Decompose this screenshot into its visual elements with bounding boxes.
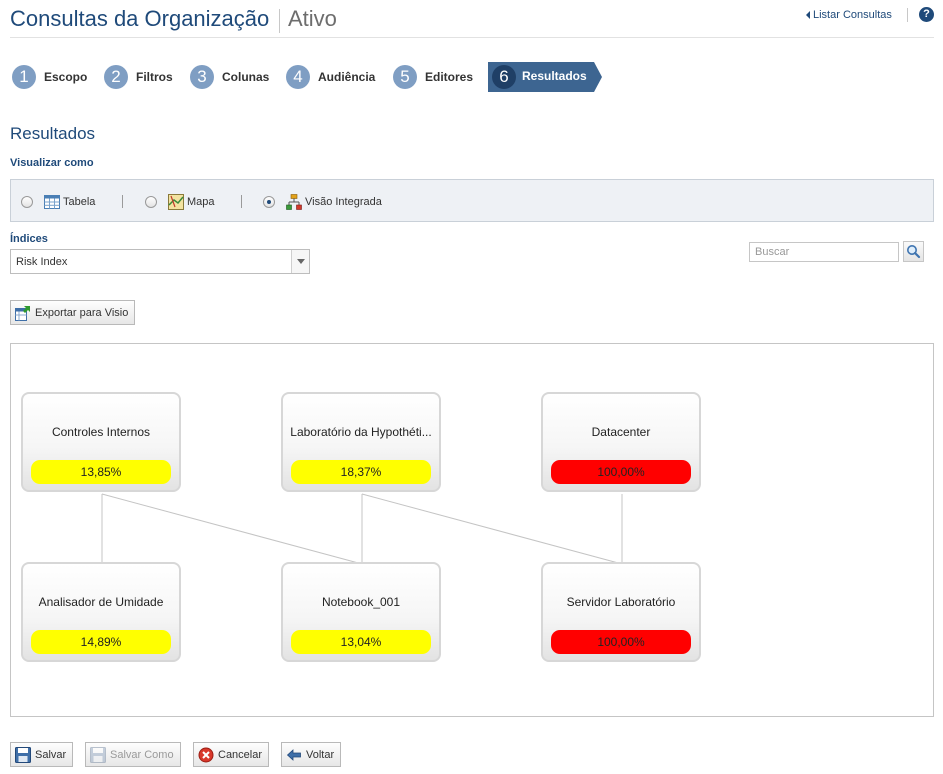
risk-value-badge: 14,89% bbox=[31, 630, 171, 654]
save-as-label: Salvar Como bbox=[110, 748, 174, 761]
header-divider bbox=[907, 8, 908, 22]
node-name: Datacenter bbox=[591, 425, 651, 439]
node-notebook-001[interactable]: Notebook_001 13,04% bbox=[281, 562, 441, 662]
indices-label: Índices bbox=[10, 233, 48, 245]
export-visio-label: Exportar para Visio bbox=[35, 306, 129, 319]
risk-value-badge: 18,37% bbox=[291, 460, 431, 484]
search-button[interactable] bbox=[903, 241, 924, 262]
radio-visao-integrada[interactable] bbox=[263, 196, 275, 208]
save-label: Salvar bbox=[35, 748, 67, 761]
step-editores[interactable]: 5 Editores bbox=[393, 64, 473, 90]
view-as-label: Visualizar como bbox=[10, 157, 94, 169]
node-name: Controles Internos bbox=[51, 425, 151, 439]
section-title: Resultados bbox=[10, 124, 96, 143]
node-name: Laboratório da Hypothéti... bbox=[290, 425, 432, 439]
option-mapa-label[interactable]: Mapa bbox=[187, 196, 215, 208]
step-escopo[interactable]: 1 Escopo bbox=[12, 64, 87, 90]
page-title: Consultas da Organização bbox=[10, 6, 270, 31]
node-name: Analisador de Umidade bbox=[38, 595, 164, 609]
node-datacenter[interactable]: Datacenter 100,00% bbox=[541, 392, 701, 492]
node-controles-internos[interactable]: Controles Internos 13,85% bbox=[21, 392, 181, 492]
export-visio-icon bbox=[15, 305, 30, 321]
save-as-icon bbox=[90, 746, 106, 763]
node-analisador-de-umidade[interactable]: Analisador de Umidade 14,89% bbox=[21, 562, 181, 662]
help-icon[interactable]: ? bbox=[919, 7, 934, 22]
caret-left-icon bbox=[806, 11, 810, 19]
indices-select[interactable]: Risk Index bbox=[10, 249, 310, 274]
step-filtros[interactable]: 2 Filtros bbox=[104, 64, 173, 90]
step-label: Resultados bbox=[522, 69, 587, 83]
link-line bbox=[101, 493, 363, 565]
step-label: Filtros bbox=[136, 70, 173, 84]
list-queries-label: Listar Consultas bbox=[813, 9, 892, 21]
chevron-down-icon[interactable] bbox=[291, 250, 309, 273]
step-audiencia[interactable]: 4 Audiência bbox=[286, 64, 375, 90]
export-visio-button[interactable]: Exportar para Visio bbox=[10, 300, 136, 325]
title-divider bbox=[279, 9, 280, 33]
step-resultados[interactable]: 6 Resultados bbox=[488, 62, 602, 92]
option-divider bbox=[122, 195, 123, 208]
risk-value-badge: 13,85% bbox=[31, 460, 171, 484]
back-button[interactable]: Voltar bbox=[281, 742, 342, 767]
step-number: 4 bbox=[286, 65, 310, 89]
save-button[interactable]: Salvar bbox=[10, 742, 74, 767]
header-rule bbox=[10, 37, 934, 38]
step-number: 3 bbox=[190, 65, 214, 89]
link-line bbox=[361, 493, 623, 565]
step-label: Colunas bbox=[222, 70, 270, 84]
arrow-left-icon bbox=[286, 748, 301, 761]
step-label: Audiência bbox=[318, 70, 376, 84]
option-tabela-label[interactable]: Tabela bbox=[63, 196, 95, 208]
step-label: Editores bbox=[425, 70, 474, 84]
indices-selected-value: Risk Index bbox=[16, 256, 68, 268]
step-colunas[interactable]: 3 Colunas bbox=[190, 64, 269, 90]
node-laboratorio-hypotheti[interactable]: Laboratório da Hypothéti... 18,37% bbox=[281, 392, 441, 492]
node-name: Notebook_001 bbox=[321, 595, 401, 609]
step-number: 2 bbox=[104, 65, 128, 89]
option-divider bbox=[241, 195, 242, 208]
hierarchy-icon bbox=[286, 194, 302, 210]
radio-mapa[interactable] bbox=[145, 196, 157, 208]
risk-value-badge: 13,04% bbox=[291, 630, 431, 654]
step-number: 5 bbox=[393, 65, 417, 89]
step-label: Escopo bbox=[44, 70, 88, 84]
cancel-icon bbox=[198, 747, 214, 762]
save-as-button[interactable]: Salvar Como bbox=[85, 742, 181, 767]
search-input[interactable] bbox=[749, 242, 899, 262]
cancel-label: Cancelar bbox=[218, 748, 263, 761]
list-queries-link[interactable]: Listar Consultas bbox=[806, 9, 892, 21]
node-servidor-laboratorio[interactable]: Servidor Laboratório 100,00% bbox=[541, 562, 701, 662]
floppy-disk-icon bbox=[15, 746, 31, 763]
radio-tabela[interactable] bbox=[21, 196, 33, 208]
table-icon bbox=[44, 195, 60, 209]
cancel-button[interactable]: Cancelar bbox=[193, 742, 270, 767]
step-number: 1 bbox=[12, 65, 36, 89]
step-number: 6 bbox=[492, 65, 516, 89]
risk-value-badge: 100,00% bbox=[551, 460, 691, 484]
back-label: Voltar bbox=[306, 748, 335, 761]
node-name: Servidor Laboratório bbox=[566, 595, 676, 609]
diagram-canvas: Controles Internos 13,85% Laboratório da… bbox=[10, 343, 934, 717]
option-visao-integrada-label[interactable]: Visão Integrada bbox=[305, 196, 382, 208]
page-subtitle: Ativo bbox=[288, 6, 337, 31]
risk-value-badge: 100,00% bbox=[551, 630, 691, 654]
map-icon bbox=[168, 194, 184, 210]
search-icon bbox=[907, 245, 921, 259]
